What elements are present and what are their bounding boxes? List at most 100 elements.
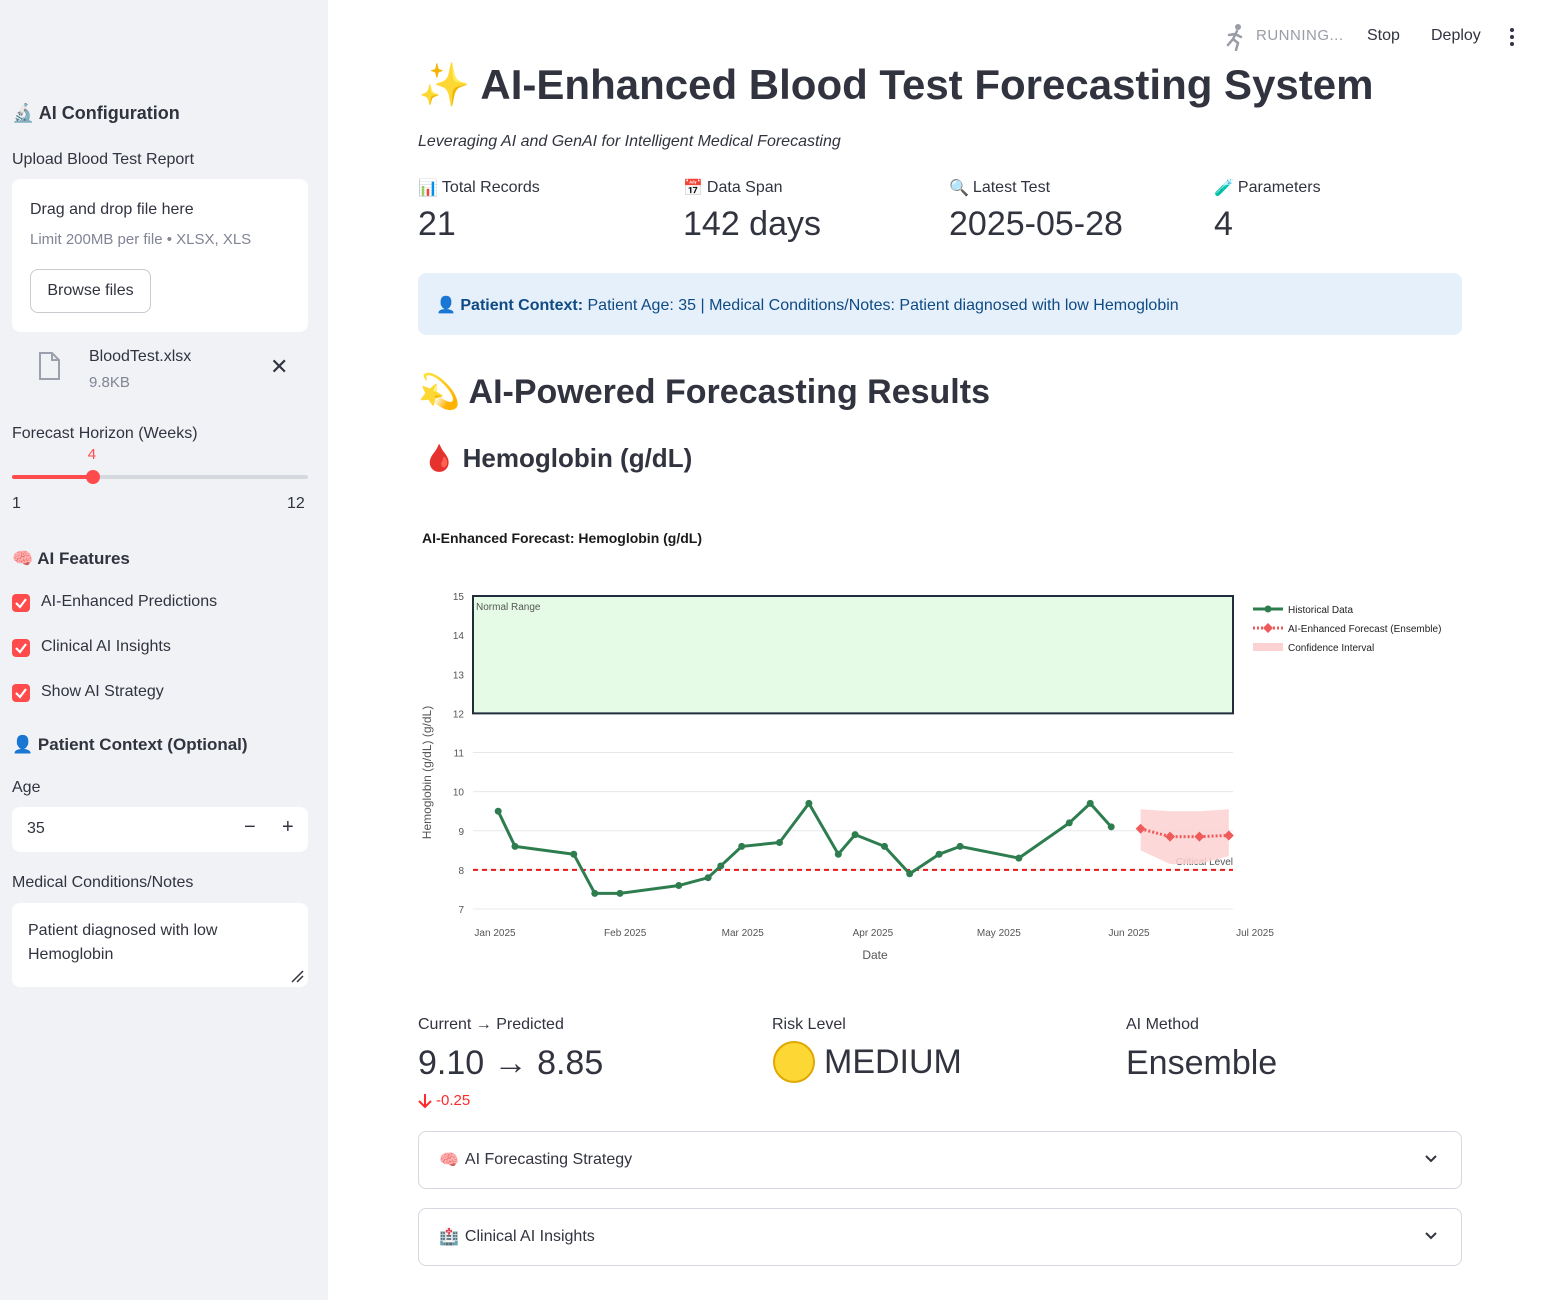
forecast-chart-svg: AI-Enhanced Forecast: Hemoglobin (g/dL) 7… [420,530,1441,962]
ai-features-heading: 🧠 AI Features [12,549,130,569]
metric-data-span: 📅 Data Span 142 days [683,178,821,244]
slider-max: 12 [287,495,305,512]
metric-parameters: 🧪 Parameters 4 [1214,178,1321,244]
brain-icon: 🧠 [439,1150,459,1169]
historical-point [906,870,914,878]
stop-button[interactable]: Stop [1367,27,1400,45]
parameter-title: Hemoglobin (g/dL) [462,443,693,473]
x-tick-label: Mar 2025 [722,928,765,939]
main-content: RUNNING... Stop Deploy ✨ AI-Enhanced Blo… [328,0,1548,1300]
y-tick-label: 9 [458,827,464,838]
metric-value: 2025-05-28 [949,205,1123,243]
metric-value: 4 [1214,205,1233,243]
file-icon [39,352,60,380]
running-status: RUNNING... [1256,27,1344,44]
expander-clinical-ai-insights[interactable]: 🏥 Clinical AI Insights [418,1208,1462,1266]
delta-badge: -0.25 [418,1092,470,1109]
legend-historical-marker [1264,605,1272,613]
ai-features-title: AI Features [37,549,130,568]
y-tick-label: 8 [458,866,464,877]
x-tick-label: Jul 2025 [1236,928,1274,939]
results-heading: 💫 AI-Powered Forecasting Results [418,372,990,412]
decrement-button[interactable]: − [244,816,256,839]
deploy-button[interactable]: Deploy [1431,27,1481,45]
chevron-down-icon [1425,1232,1437,1240]
parameter-heading: 🩸 Hemoglobin (g/dL) [423,443,692,474]
notes-text[interactable]: Patient diagnosed with low Hemoglobin [28,922,217,963]
legend-historical-label: Historical Data [1288,605,1353,616]
ai-configuration-heading: 🔬 AI Configuration [12,103,180,124]
historical-point [738,842,746,850]
patient-context-title: Patient Context (Optional) [37,735,248,754]
checkbox-ai-enhanced-predictions[interactable] [12,594,30,612]
age-value[interactable]: 35 [27,820,45,838]
x-tick-label: Jun 2025 [1108,928,1150,939]
historical-point [1015,854,1023,862]
resize-handle-icon[interactable] [290,969,304,983]
checkbox-show-ai-strategy[interactable] [12,684,30,702]
expander-ai-forecasting-strategy[interactable]: 🧠 AI Forecasting Strategy [418,1131,1462,1189]
checkbox-label[interactable]: Show AI Strategy [41,683,164,701]
sparkles-icon: ✨ [418,60,471,109]
historical-point [704,874,712,882]
patient-context-heading: 👤 Patient Context (Optional) [12,735,248,755]
historical-point [1107,823,1115,831]
file-dropzone[interactable]: Drag and drop file here Limit 200MB per … [12,179,308,332]
current-predicted-label: Current → Predicted [418,1016,564,1033]
remove-file-close-icon[interactable]: ✕ [270,354,288,380]
brain-icon: 🧠 [12,549,34,569]
running-man-icon [1226,24,1243,51]
x-tick-label: May 2025 [977,928,1021,939]
metric-value: 142 days [683,205,821,243]
browse-files-button[interactable]: Browse files [30,269,151,313]
dropzone-text: Drag and drop file here [30,201,194,218]
historical-point [1086,799,1094,807]
ai-method-stat: AI Method Ensemble [1126,1016,1277,1083]
legend-forecast-marker [1263,623,1273,633]
x-tick-label: Jan 2025 [474,928,516,939]
ai-method-value: Ensemble [1126,1044,1278,1082]
upload-label: Upload Blood Test Report [12,151,195,168]
x-tick-label: Apr 2025 [853,928,894,939]
increment-button[interactable]: + [282,816,294,839]
delta-value: -0.25 [436,1092,471,1109]
historical-point [616,889,624,897]
checkbox-label[interactable]: Clinical AI Insights [41,638,171,656]
ai-method-label: AI Method [1126,1016,1199,1033]
yellow-circle-icon [773,1041,815,1083]
notes-textarea[interactable]: Patient diagnosed with low Hemoglobin [12,903,308,987]
checkbox-clinical-ai-insights[interactable] [12,639,30,657]
test-tube-icon: 🧪 [1214,178,1234,197]
magnifier-icon: 🔍 [949,178,969,197]
checkbox-label[interactable]: AI-Enhanced Predictions [41,593,217,611]
blood-drop-icon: 🩸 [423,444,456,474]
metric-latest-test: 🔍 Latest Test 2025-05-28 [949,178,1123,244]
current-predicted-value: 9.10 → 8.85 [418,1044,604,1082]
slider-min: 1 [12,495,21,512]
historical-point [570,850,578,858]
context-detail: Patient Age: 35 | Medical Conditions/Not… [587,297,1179,314]
slider-thumb[interactable] [85,470,100,484]
legend-ci-swatch [1253,643,1283,651]
forecast-chart[interactable]: AI-Enhanced Forecast: Hemoglobin (g/dL) 7… [418,520,1478,970]
file-name: BloodTest.xlsx [89,348,192,365]
historical-point [511,842,519,850]
y-tick-label: 11 [454,749,465,760]
x-axis-label: Date [862,948,888,962]
results-title: AI-Powered Forecasting Results [468,373,990,411]
main-menu-kebab-icon[interactable] [1510,28,1516,46]
file-size: 9.8KB [89,374,130,391]
historical-point [880,842,888,850]
metric-label: Total Records [441,178,540,196]
expander-label: Clinical AI Insights [464,1227,595,1245]
historical-point [956,842,964,850]
patient-context-text: 👤 Patient Context: Patient Age: 35 | Med… [436,295,1179,315]
historical-point [591,889,599,897]
metric-label: Parameters [1237,178,1321,196]
risk-level-stat: Risk Level MEDIUM [772,1016,962,1084]
bar-chart-icon: 📊 [418,178,438,197]
y-axis-label: Hemoglobin (g/dL) (g/dL) [420,706,434,839]
historical-line [496,800,1113,895]
x-tick-label: Feb 2025 [604,928,647,939]
age-input[interactable]: 35 − + [12,807,308,852]
